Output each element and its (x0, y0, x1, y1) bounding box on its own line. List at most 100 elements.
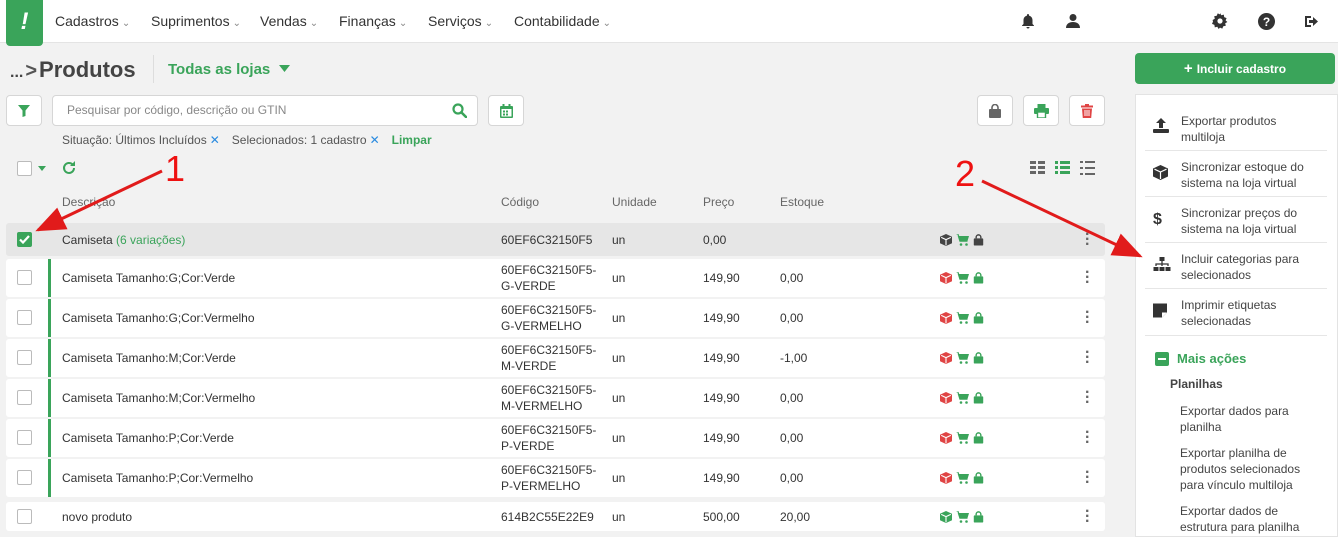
calendar-button[interactable] (488, 95, 524, 126)
column-header-preco[interactable]: Preço (703, 195, 734, 209)
shopping-bag-icon[interactable] (973, 352, 984, 367)
nav-cadastros[interactable]: Cadastros ⌄ (55, 13, 130, 29)
cube-icon[interactable] (940, 392, 952, 407)
action-export-multiloja[interactable]: Exportar produtos multiloja (1145, 104, 1327, 151)
more-options-icon[interactable]: · · · (1085, 425, 1090, 451)
cart-icon[interactable] (956, 472, 969, 487)
cart-icon[interactable] (956, 432, 969, 447)
nav-vendas[interactable]: Vendas ⌄ (260, 13, 318, 29)
shopping-bag-icon[interactable] (973, 392, 984, 407)
table-row[interactable]: Camiseta Tamanho:M;Cor:Verde 60EF6C32150F… (6, 339, 1105, 377)
cube-icon[interactable] (940, 234, 952, 249)
column-header-descricao[interactable]: Descrição (62, 195, 115, 209)
more-options-icon[interactable]: · · · (1085, 345, 1090, 371)
table-row[interactable]: Camiseta Tamanho:P;Cor:Vermelho 60EF6C321… (6, 459, 1105, 497)
action-print-labels[interactable]: Imprimir etiquetas selecionadas (1145, 289, 1327, 336)
row-checkbox[interactable] (17, 350, 32, 368)
nav-financas[interactable]: Finanças ⌄ (339, 13, 407, 29)
action-export-multiloja-link-spreadsheet[interactable]: Exportar planilha de produtos selecionado… (1180, 445, 1300, 493)
product-description[interactable]: Camiseta Tamanho:P;Cor:Vermelho (62, 471, 253, 485)
grid-view-icon[interactable] (1030, 161, 1045, 175)
cart-icon[interactable] (956, 272, 969, 287)
more-options-icon[interactable]: · · · (1085, 227, 1090, 253)
action-sync-prices[interactable]: $ Sincronizar preços do sistema na loja v… (1145, 197, 1327, 243)
more-options-icon[interactable]: · · · (1085, 305, 1090, 331)
more-actions-toggle[interactable]: Mais ações (1155, 351, 1246, 366)
gear-icon[interactable] (1211, 12, 1229, 30)
table-row[interactable]: novo produto 614B2C55E22E9 un 500,00 20,00 · ·… (6, 502, 1105, 531)
product-description[interactable]: Camiseta Tamanho:M;Cor:Verde (62, 351, 236, 365)
close-icon[interactable]: ✕ (210, 133, 220, 147)
cart-icon[interactable] (956, 511, 969, 526)
action-export-structure[interactable]: Exportar dados de estrutura para planilha (1180, 503, 1299, 535)
more-options-icon[interactable]: · · · (1085, 465, 1090, 491)
column-header-estoque[interactable]: Estoque (780, 195, 824, 209)
more-options-icon[interactable]: · · · (1085, 385, 1090, 411)
column-header-unidade[interactable]: Unidade (612, 195, 657, 209)
delete-button[interactable] (1069, 95, 1105, 126)
variations-link[interactable]: (6 variações) (116, 233, 185, 247)
table-row[interactable]: Camiseta Tamanho:G;Cor:Vermelho 60EF6C321… (6, 299, 1105, 337)
cart-icon[interactable] (956, 312, 969, 327)
search-icon[interactable] (452, 103, 468, 121)
shopping-bag-icon[interactable] (973, 234, 984, 249)
product-description[interactable]: Camiseta Tamanho:G;Cor:Verde (62, 271, 235, 285)
lock-button[interactable] (977, 95, 1013, 126)
help-icon[interactable]: ? (1257, 12, 1275, 30)
user-icon[interactable] (1064, 12, 1082, 30)
action-sync-stock[interactable]: Sincronizar estoque do sistema na loja vi… (1145, 151, 1327, 197)
select-all[interactable] (17, 161, 46, 176)
row-checkbox[interactable] (17, 270, 32, 288)
product-description[interactable]: Camiseta Tamanho:P;Cor:Verde (62, 431, 234, 445)
print-button[interactable] (1023, 95, 1059, 126)
product-description[interactable]: Camiseta Tamanho:G;Cor:Vermelho (62, 311, 255, 325)
shopping-bag-icon[interactable] (973, 432, 984, 447)
list-view-icon[interactable] (1055, 161, 1070, 175)
cube-icon[interactable] (940, 472, 952, 487)
table-row[interactable]: Camiseta (6 variações) 60EF6C32150F5 un 0,0… (6, 223, 1105, 256)
row-checkbox[interactable] (17, 390, 32, 408)
table-row[interactable]: Camiseta Tamanho:G;Cor:Verde 60EF6C32150F… (6, 259, 1105, 297)
nav-suprimentos[interactable]: Suprimentos ⌄ (151, 13, 241, 29)
shopping-bag-icon[interactable] (973, 272, 984, 287)
cube-icon[interactable] (940, 312, 952, 327)
select-all-checkbox[interactable] (17, 161, 32, 176)
nav-contabilidade[interactable]: Contabilidade ⌄ (514, 13, 611, 29)
search-input[interactable] (67, 103, 437, 117)
shopping-bag-icon[interactable] (973, 472, 984, 487)
product-description[interactable]: novo produto (62, 510, 132, 524)
add-record-button[interactable]: + Incluir cadastro (1135, 53, 1335, 84)
close-icon[interactable]: ✕ (370, 133, 380, 147)
logout-icon[interactable] (1303, 12, 1321, 30)
cart-icon[interactable] (956, 392, 969, 407)
row-checkbox[interactable] (17, 310, 32, 328)
store-selector[interactable]: Todas as lojas (168, 61, 291, 78)
action-export-spreadsheet[interactable]: Exportar dados para planilha (1180, 403, 1289, 435)
cart-icon[interactable] (956, 234, 969, 249)
shopping-bag-icon[interactable] (973, 312, 984, 327)
shopping-bag-icon[interactable] (973, 511, 984, 526)
cart-icon[interactable] (956, 352, 969, 367)
compact-view-icon[interactable] (1080, 161, 1095, 175)
cube-icon[interactable] (940, 272, 952, 287)
cube-icon[interactable] (940, 432, 952, 447)
clear-filters-link[interactable]: Limpar (392, 133, 432, 147)
breadcrumb-ellipsis[interactable]: ... (10, 64, 23, 81)
more-options-icon[interactable]: · · · (1085, 504, 1090, 530)
row-checkbox[interactable] (17, 509, 32, 527)
caret-down-icon[interactable] (38, 166, 46, 171)
refresh-icon[interactable] (62, 161, 76, 178)
row-checkbox[interactable] (17, 430, 32, 448)
action-include-categories[interactable]: Incluir categorias para selecionados (1145, 243, 1327, 289)
app-logo[interactable]: ! (6, 0, 43, 46)
product-description[interactable]: Camiseta Tamanho:M;Cor:Vermelho (62, 391, 255, 405)
more-options-icon[interactable]: · · · (1085, 265, 1090, 291)
row-checkbox[interactable] (17, 470, 32, 488)
nav-servicos[interactable]: Serviços ⌄ (428, 13, 493, 29)
table-row[interactable]: Camiseta Tamanho:P;Cor:Verde 60EF6C32150F… (6, 419, 1105, 457)
cube-icon[interactable] (940, 352, 952, 367)
table-row[interactable]: Camiseta Tamanho:M;Cor:Vermelho 60EF6C321… (6, 379, 1105, 417)
column-header-codigo[interactable]: Código (501, 195, 539, 209)
filter-button[interactable] (6, 95, 42, 126)
row-checkbox[interactable] (17, 232, 32, 247)
